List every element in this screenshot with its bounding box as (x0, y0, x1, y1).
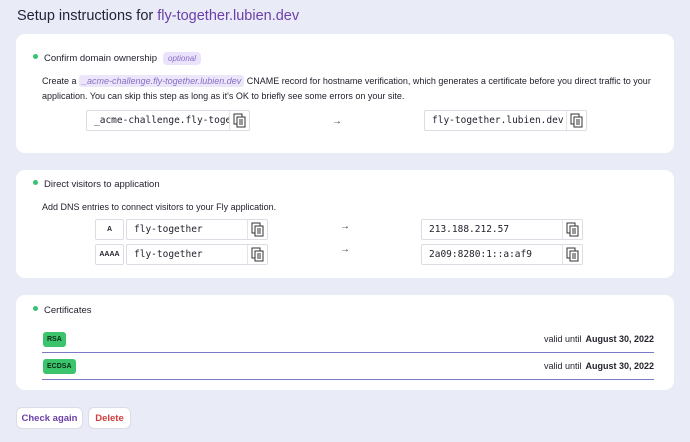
certificate-type-badge: RSA (43, 331, 66, 347)
record-value[interactable]: 2a09:8280:1::a:af9 (422, 249, 562, 260)
cname-target-field[interactable]: fly-together.lubien.dev (424, 110, 587, 131)
certificates-card: Certificates RSA valid until August 30, 2… (16, 295, 674, 390)
delete-button[interactable]: Delete (88, 407, 131, 429)
certificate-valid-label: valid until (543, 361, 582, 371)
direct-heading-label: Direct visitors to application (44, 179, 160, 190)
direct-description: Add DNS entries to connect visitors to y… (42, 202, 277, 212)
certificate-row: RSA valid until August 30, 2022 (42, 326, 654, 353)
certificate-valid-label: valid until (543, 334, 582, 344)
status-dot-icon (33, 180, 38, 185)
record-value-field[interactable]: 2a09:8280:1::a:af9 (421, 244, 583, 265)
record-name-field[interactable]: fly-together (126, 244, 268, 265)
ownership-description: Create a _acme-challenge.fly-together.lu… (42, 74, 652, 104)
record-name-value[interactable]: fly-together (127, 249, 247, 260)
certificate-validity: valid until August 30, 2022 (544, 334, 654, 344)
copy-icon[interactable] (562, 220, 582, 239)
arrow-icon: → (340, 221, 350, 232)
page-title-domain: fly-together.lubien.dev (157, 8, 300, 24)
copy-icon[interactable] (566, 111, 586, 130)
record-type: AAAA (95, 244, 124, 265)
copy-icon[interactable] (562, 245, 582, 264)
ownership-card: Confirm domain ownership optional Create… (16, 34, 674, 153)
cname-target-value[interactable]: fly-together.lubien.dev (425, 115, 566, 126)
direct-heading: Direct visitors to application (33, 179, 160, 190)
certificates-heading-label: Certificates (44, 305, 92, 316)
copy-icon[interactable] (229, 111, 249, 130)
page-title: Setup instructions for fly-together.lubi… (17, 8, 299, 24)
record-name-field[interactable]: fly-together (126, 219, 268, 240)
certificate-valid-date: August 30, 2022 (585, 334, 654, 344)
optional-badge: optional (163, 52, 202, 65)
status-dot-icon (33, 54, 38, 59)
copy-icon[interactable] (247, 220, 267, 239)
certificate-type-badge: ECDSA (43, 358, 76, 374)
status-dot-icon (33, 306, 38, 311)
certificates-heading: Certificates (33, 305, 92, 316)
record-name-value[interactable]: fly-together (127, 224, 247, 235)
cname-source-field[interactable]: _acme-challenge.fly-together.lubien.dev (86, 110, 250, 131)
ownership-desc-before: Create a (42, 76, 80, 86)
record-value-field[interactable]: 213.188.212.57 (421, 219, 583, 240)
record-type: A (95, 219, 124, 240)
certificate-valid-date: August 30, 2022 (585, 361, 654, 371)
ownership-heading-label: Confirm domain ownership (44, 53, 157, 64)
cname-source-value[interactable]: _acme-challenge.fly-together.lubien.dev (87, 115, 229, 126)
ownership-heading: Confirm domain ownership optional (33, 52, 202, 65)
check-again-button[interactable]: Check again (16, 407, 83, 429)
arrow-icon: → (332, 116, 342, 127)
arrow-icon: → (340, 244, 350, 255)
record-value[interactable]: 213.188.212.57 (422, 224, 562, 235)
copy-icon[interactable] (247, 245, 267, 264)
ownership-desc-code: _acme-challenge.fly-together.lubien.dev (79, 75, 245, 87)
direct-visitors-card: Direct visitors to application Add DNS e… (16, 170, 674, 278)
page-title-prefix: Setup instructions for (17, 8, 154, 24)
certificate-validity: valid until August 30, 2022 (544, 361, 654, 371)
certificate-row: ECDSA valid until August 30, 2022 (42, 353, 654, 380)
